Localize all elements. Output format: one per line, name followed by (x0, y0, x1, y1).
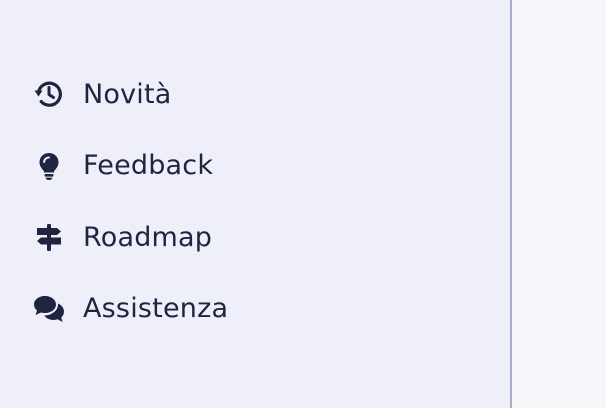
sidebar: Novità Feedback Roadmap Assistenza (0, 0, 512, 408)
sidebar-item-label: Assistenza (83, 293, 229, 324)
sidebar-item-novita[interactable]: Novità (32, 72, 228, 116)
signpost-icon (32, 220, 66, 254)
sidebar-item-label: Feedback (83, 150, 214, 181)
main-content (512, 0, 606, 408)
sidebar-item-label: Roadmap (83, 221, 213, 253)
app-window: Novità Feedback Roadmap Assistenza (0, 0, 606, 408)
sidebar-item-roadmap[interactable]: Roadmap (32, 215, 228, 259)
lightbulb-icon (32, 149, 66, 183)
sidebar-item-label: Novità (83, 78, 172, 110)
sidebar-nav: Novità Feedback Roadmap Assistenza (32, 72, 228, 358)
sidebar-item-assistenza[interactable]: Assistenza (32, 287, 228, 331)
sidebar-item-feedback[interactable]: Feedback (32, 144, 228, 188)
history-icon (32, 77, 66, 111)
chat-bubbles-icon (32, 292, 66, 326)
